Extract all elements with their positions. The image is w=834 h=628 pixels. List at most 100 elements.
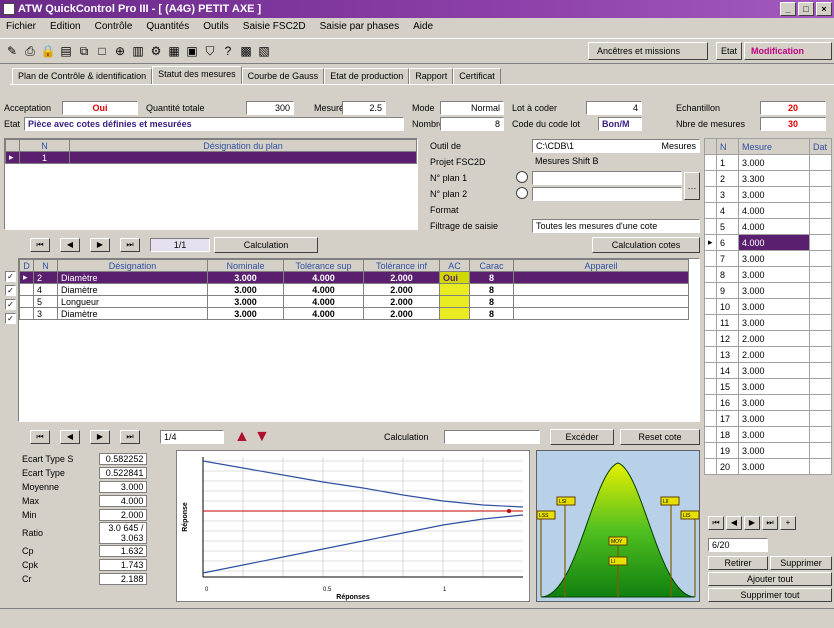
list-item[interactable]: 10 3.000 <box>704 298 832 315</box>
menu-saisie-fsc2d[interactable]: Saisie FSC2D <box>243 18 306 36</box>
move-down-icon[interactable]: ▼ <box>254 428 270 446</box>
plan-col-n[interactable]: N <box>19 139 70 152</box>
checkbox[interactable]: ✓ <box>5 271 16 282</box>
filter-icon[interactable]: ⛉ <box>202 43 218 59</box>
new-doc-icon[interactable]: □ <box>94 43 110 59</box>
list-item[interactable]: 19 3.000 <box>704 442 832 459</box>
plan-col-designation[interactable]: Désignation du plan <box>69 139 417 152</box>
etat-piece-field[interactable]: Pièce avec cotes définies et mesurées <box>24 117 404 131</box>
move-up-icon[interactable]: ▲ <box>234 428 250 446</box>
mes-prev-button[interactable]: ◀ <box>726 516 742 530</box>
settings-icon[interactable]: ⚙ <box>148 43 164 59</box>
chart-icon[interactable]: ▥ <box>130 43 146 59</box>
mes-first-button[interactable]: ⏮ <box>708 516 724 530</box>
plan1-field[interactable] <box>532 171 682 185</box>
calc-top-button[interactable]: Calculation <box>214 237 318 253</box>
nav2-last-button[interactable]: ⏭ <box>120 430 140 444</box>
cotes-col-carac[interactable]: Carac <box>469 259 514 272</box>
mes-last-button[interactable]: ⏭ <box>762 516 778 530</box>
mesures-col-mesure[interactable]: Mesure <box>738 138 810 155</box>
maximize-icon[interactable]: □ <box>798 2 814 16</box>
print-icon[interactable]: ⎙ <box>22 43 38 59</box>
checkbox[interactable]: ✓ <box>5 285 16 296</box>
menu-outils[interactable]: Outils <box>203 18 229 36</box>
table-row[interactable]: 5 Longueur 3.000 4.000 2.000 8 <box>19 295 689 308</box>
menu-controle[interactable]: Contrôle <box>95 18 133 36</box>
menu-quantites[interactable]: Quantités <box>146 18 189 36</box>
nav-prev-button[interactable]: ◀ <box>60 238 80 252</box>
mode-field[interactable]: Normal <box>440 101 504 115</box>
list-item[interactable]: 11 3.000 <box>704 314 832 331</box>
copy-icon[interactable]: ⧉ <box>76 43 92 59</box>
tab-statut-mesures[interactable]: Statut des mesures <box>152 66 242 84</box>
mesures-field[interactable]: 2.5 <box>342 101 386 115</box>
nav-last-button[interactable]: ⏭ <box>120 238 140 252</box>
checkbox[interactable]: ✓ <box>5 313 16 324</box>
cotes-col-designation[interactable]: Désignation <box>57 259 208 272</box>
quantite-field[interactable]: 300 <box>246 101 294 115</box>
cotes-col-ac[interactable]: AC <box>439 259 470 272</box>
nav2-next-button[interactable]: ▶ <box>90 430 110 444</box>
calc-bottom-field[interactable] <box>444 430 540 444</box>
list-item[interactable]: 17 3.000 <box>704 410 832 427</box>
tab-certificat[interactable]: Certificat <box>453 68 501 84</box>
pen-icon[interactable]: ✎ <box>4 43 20 59</box>
nombre-field[interactable]: 8 <box>440 117 504 131</box>
nav-first-button[interactable]: ⏮ <box>30 238 50 252</box>
tab-courbe-gauss[interactable]: Courbe de Gauss <box>241 68 325 84</box>
tab-rapport[interactable]: Rapport <box>409 68 454 84</box>
close-icon[interactable]: × <box>816 2 832 16</box>
cotes-col-tol-inf[interactable]: Tolérance inf <box>363 259 440 272</box>
cotes-col-n[interactable]: N <box>33 259 58 272</box>
code-field[interactable]: Bon/M <box>598 117 642 131</box>
list-item[interactable]: 2 3.300 <box>704 170 832 187</box>
lot-field[interactable]: 4 <box>586 101 642 115</box>
menu-saisie-phases[interactable]: Saisie par phases <box>320 18 400 36</box>
list-item[interactable]: 13 2.000 <box>704 346 832 363</box>
grid-icon[interactable]: ▩ <box>238 43 254 59</box>
filtrage-field[interactable]: Toutes les mesures d'une cote <box>532 219 700 233</box>
list-item[interactable]: 9 3.000 <box>704 282 832 299</box>
folder-icon[interactable]: ▤ <box>58 43 74 59</box>
cotes-col-tol-sup[interactable]: Tolérance sup <box>283 259 364 272</box>
image-icon[interactable]: ▧ <box>256 43 272 59</box>
exceder-button[interactable]: Excéder <box>550 429 614 445</box>
lock-icon[interactable]: 🔒 <box>40 43 56 59</box>
echantillon-field[interactable]: 20 <box>760 101 826 115</box>
plan-row[interactable]: ▸ 1 <box>5 151 417 164</box>
plan1-link-icon[interactable] <box>516 171 528 183</box>
supprimer-button[interactable]: Supprimer <box>770 556 832 570</box>
calc-cotes-button[interactable]: Calculation cotes <box>592 237 700 253</box>
list-item[interactable]: 1 3.000 <box>704 154 832 171</box>
list-item[interactable]: 7 3.000 <box>704 250 832 267</box>
nbre-mesures-field[interactable]: 30 <box>760 117 826 131</box>
list-item[interactable]: 15 3.000 <box>704 378 832 395</box>
mesures-col-dat[interactable]: Dat <box>809 138 832 155</box>
reset-cote-button[interactable]: Reset cote <box>620 429 700 445</box>
ajouter-tout-button[interactable]: Ajouter tout <box>708 572 832 586</box>
table-row[interactable]: ▸ 2 Diamètre 3.000 4.000 2.000 Oui 8 <box>19 271 689 284</box>
list-item[interactable]: 20 3.000 <box>704 458 832 475</box>
menu-fichier[interactable]: Fichier <box>6 18 36 36</box>
menu-aide[interactable]: Aide <box>413 18 433 36</box>
mes-next-button[interactable]: ▶ <box>744 516 760 530</box>
supprimer-tout-button[interactable]: Supprimer tout <box>708 588 832 602</box>
zoom-icon[interactable]: ⊕ <box>112 43 128 59</box>
cotes-col-d[interactable]: D <box>19 259 34 272</box>
plan2-field[interactable] <box>532 187 682 201</box>
acceptation-field[interactable]: Oui <box>62 101 138 115</box>
cotes-col-nominale[interactable]: Nominale <box>207 259 284 272</box>
nav2-prev-button[interactable]: ◀ <box>60 430 80 444</box>
menu-edition[interactable]: Edition <box>50 18 81 36</box>
help-icon[interactable]: ? <box>220 43 236 59</box>
outil-field[interactable]: C:\CDB\1 Mesures <box>532 139 700 153</box>
table-icon[interactable]: ▦ <box>166 43 182 59</box>
nav2-first-button[interactable]: ⏮ <box>30 430 50 444</box>
list-item[interactable]: 18 3.000 <box>704 426 832 443</box>
list-item[interactable]: 12 2.000 <box>704 330 832 347</box>
minimize-icon[interactable]: _ <box>780 2 796 16</box>
list-item[interactable]: 5 4.000 <box>704 218 832 235</box>
calc-icon[interactable]: ▣ <box>184 43 200 59</box>
nav-next-button[interactable]: ▶ <box>90 238 110 252</box>
list-item[interactable]: 14 3.000 <box>704 362 832 379</box>
